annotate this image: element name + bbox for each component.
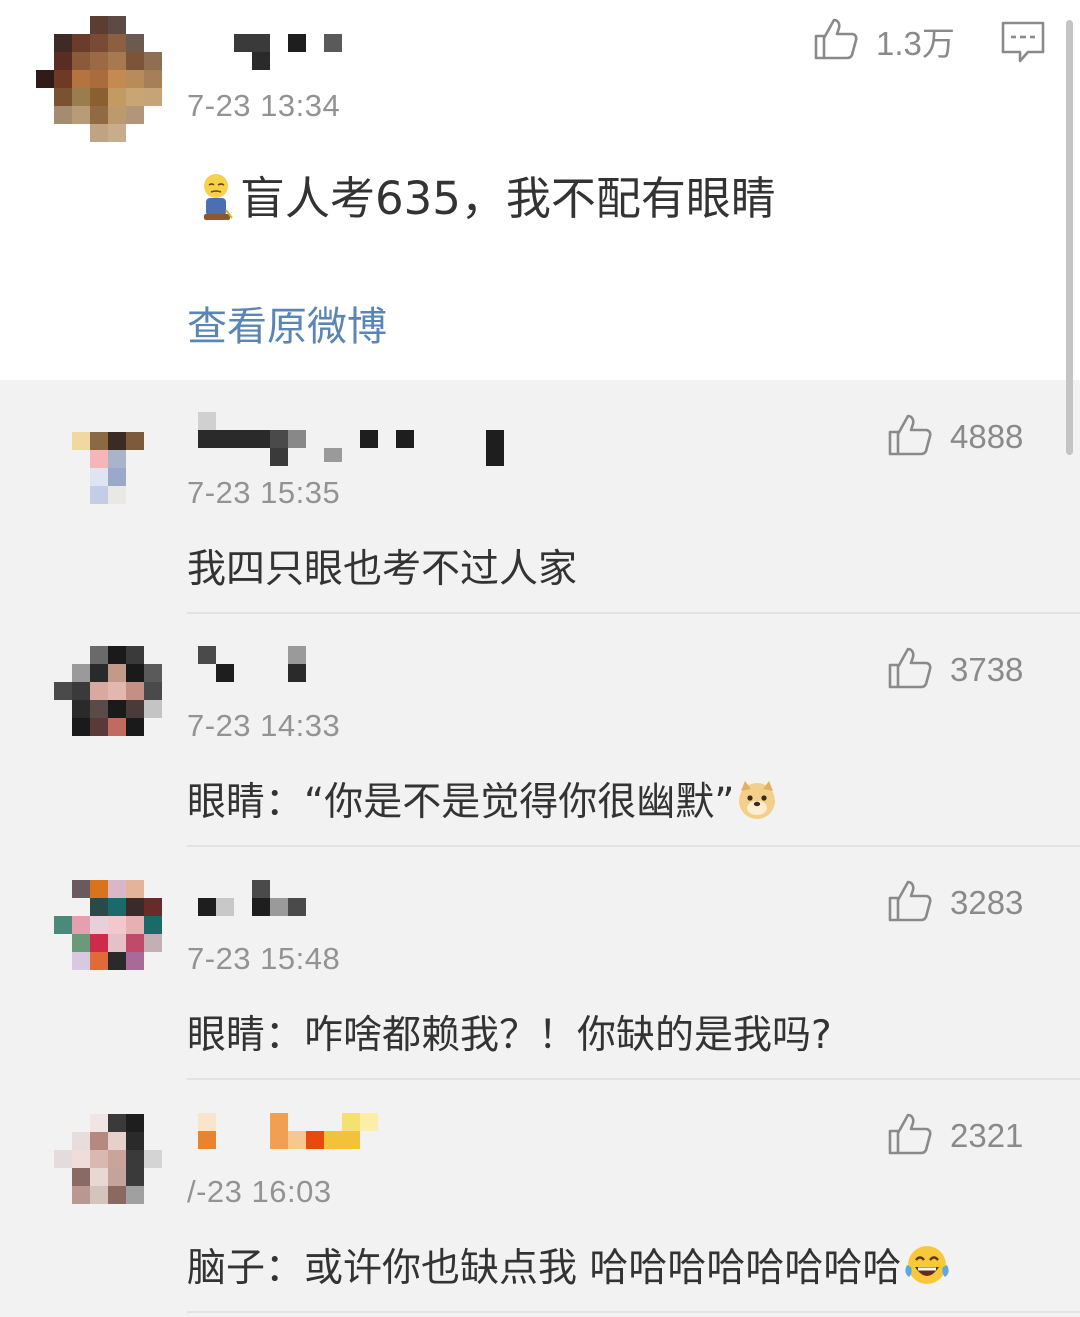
username-blurred[interactable] xyxy=(198,412,518,466)
post-time: 7-23 13:34 xyxy=(187,88,341,123)
username-blurred[interactable] xyxy=(234,34,354,74)
reply-time: 7-23 14:33 xyxy=(187,708,341,743)
blind-person-emoji-icon xyxy=(196,172,236,233)
avatar[interactable] xyxy=(54,646,182,774)
thumbs-up-icon xyxy=(812,16,858,66)
divider xyxy=(187,1311,1080,1313)
like-button[interactable]: 4888 xyxy=(886,412,1023,462)
username-blurred[interactable] xyxy=(198,880,318,920)
like-button[interactable]: 3738 xyxy=(886,645,1023,695)
reply-text: 眼睛：“你是不是觉得你很幽默” xyxy=(187,771,778,831)
like-count: 4888 xyxy=(950,418,1024,455)
divider xyxy=(187,1078,1080,1080)
avatar[interactable] xyxy=(54,880,182,1008)
like-button[interactable]: 3283 xyxy=(886,878,1023,928)
reply-text: 眼睛：咋啥都赖我？！你缺的是我吗? xyxy=(187,1013,832,1058)
doge-emoji-icon xyxy=(736,779,778,831)
avatar[interactable] xyxy=(54,1114,182,1242)
thumbs-up-icon xyxy=(886,412,932,462)
reply-text: 脑子：或许你也缺点我 哈哈哈哈哈哈哈哈 xyxy=(187,1237,951,1299)
reply-time: /-23 16:03 xyxy=(187,1174,332,1209)
like-count: 2321 xyxy=(950,1117,1024,1154)
avatar[interactable] xyxy=(36,16,164,144)
reply-time: 7-23 15:48 xyxy=(187,941,341,976)
like-button[interactable]: 2321 xyxy=(886,1111,1023,1161)
divider xyxy=(187,845,1080,847)
like-count: 3738 xyxy=(950,651,1024,688)
like-count: 3283 xyxy=(950,884,1024,921)
like-button[interactable]: 1.3万 xyxy=(812,16,955,66)
comment-button[interactable] xyxy=(1000,20,1046,68)
post-text: 盲人考635，我不配有眼睛 xyxy=(196,162,776,233)
reply-time: 7-23 15:35 xyxy=(187,475,341,510)
thumbs-up-icon xyxy=(886,878,932,928)
divider xyxy=(187,612,1080,614)
comment-icon xyxy=(1000,21,1046,68)
scrollbar[interactable] xyxy=(1066,20,1073,455)
thumbs-up-icon xyxy=(886,1111,932,1161)
reply-text: 我四只眼也考不过人家 xyxy=(187,547,578,592)
view-original-link[interactable]: 查看原微博 xyxy=(187,294,387,352)
username-blurred[interactable] xyxy=(198,646,318,686)
avatar[interactable] xyxy=(54,414,182,542)
like-count: 1.3万 xyxy=(876,25,955,62)
thumbs-up-icon xyxy=(886,645,932,695)
main-post-card: 7-23 13:34 1.3万 盲人考635，我不配有眼睛 查看原微博 xyxy=(0,0,1080,380)
username-blurred[interactable] xyxy=(198,1113,388,1153)
laughing-tears-emoji-icon xyxy=(903,1243,951,1299)
